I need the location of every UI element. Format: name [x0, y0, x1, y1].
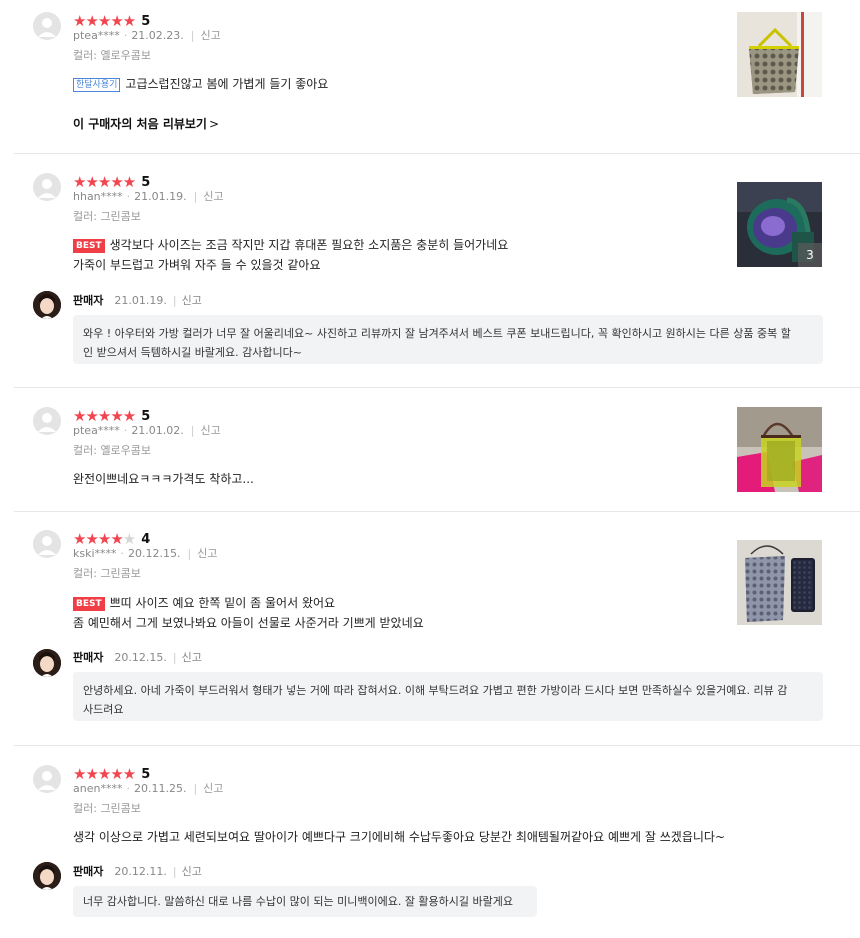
seller-reply: 너무 감사합니다. 말씀하신 대로 나름 수납이 많이 되는 미니백이에요. 잘…: [73, 886, 537, 917]
report-link[interactable]: 신고: [201, 29, 221, 42]
review-meta: anen**** · 20.11.25. | 신고: [73, 782, 224, 795]
review-meta: ptea**** · 21.02.23. | 신고: [73, 29, 221, 42]
review-photo[interactable]: [737, 540, 822, 625]
first-review-link[interactable]: 이 구매자의 처음 리뷰보기 >: [73, 115, 219, 132]
best-tag: BEST: [73, 239, 105, 253]
report-link[interactable]: 신고: [182, 651, 202, 664]
review-date: 21.01.02.: [131, 424, 184, 437]
reviewer-id: anen****: [73, 782, 123, 795]
review-meta: hhan**** · 21.01.19. | 신고: [73, 190, 224, 203]
seller-meta: 판매자 20.12.11. | 신고: [73, 865, 202, 878]
review-photo[interactable]: [737, 407, 822, 492]
review-photo[interactable]: 3: [737, 182, 822, 267]
seller-label: 판매자: [73, 865, 104, 878]
month-usage-tag: 한달사용기: [73, 78, 121, 92]
photo-count-badge: 3: [798, 243, 822, 267]
star-icon: ★★★★: [73, 530, 124, 548]
report-link[interactable]: 신고: [201, 424, 221, 437]
review-date: 21.02.23.: [131, 29, 184, 42]
review-date: 20.11.25.: [133, 782, 187, 795]
chevron-right-icon: >: [208, 117, 220, 131]
review-text: 생각 이상으로 가볍고 세련되보여요 딸아이가 예쁘다구 크기에비해 수납두좋아…: [73, 830, 725, 844]
reply-date: 21.01.19.: [114, 294, 167, 307]
seller-avatar: [33, 291, 61, 319]
option-info: 컬러: 옐로우콤보: [73, 49, 152, 62]
review-text: 완전이쁘네요ㅋㅋㅋ가격도 착하고...: [73, 472, 254, 486]
rating-stars: ★★★★★ 5: [73, 13, 150, 29]
rating-stars: ★★★★★ 5: [73, 408, 150, 424]
seller-avatar: [33, 862, 61, 890]
seller-avatar: [33, 649, 61, 677]
reviewer-id: ptea****: [73, 29, 120, 42]
rating-score: 5: [141, 174, 151, 190]
option-info: 컬러: 그린콤보: [73, 567, 141, 580]
review-text: BEST 생각보다 사이즈는 조금 작지만 지갑 휴대폰 필요한 소지품은 충분히…: [73, 238, 509, 272]
rating-score: 5: [141, 766, 151, 782]
seller-reply: 안녕하세요. 아네 가죽이 부드러워서 형태가 넣는 거에 따라 잡혀서요. 이…: [73, 672, 823, 721]
reviewer-id: hhan****: [73, 190, 123, 203]
report-link[interactable]: 신고: [203, 190, 223, 203]
reply-date: 20.12.15.: [114, 651, 167, 664]
report-link[interactable]: 신고: [182, 294, 202, 307]
report-link[interactable]: 신고: [197, 547, 217, 560]
rating-score: 5: [141, 408, 151, 424]
user-avatar-icon: [33, 765, 61, 793]
star-icon: ★★★★★: [73, 407, 136, 425]
review-meta: kski**** · 20.12.15. | 신고: [73, 547, 218, 560]
best-tag: BEST: [73, 597, 105, 611]
rating-stars: ★★★★★ 5: [73, 174, 150, 190]
reply-date: 20.12.11.: [114, 865, 167, 878]
report-link[interactable]: 신고: [203, 782, 223, 795]
user-avatar-icon: [33, 530, 61, 558]
rating-score: 4: [141, 531, 151, 547]
review-meta: ptea**** · 21.01.02. | 신고: [73, 424, 221, 437]
review-photo[interactable]: [737, 12, 822, 97]
user-avatar-icon: [33, 407, 61, 435]
star-icon: ★★★★★: [73, 765, 136, 783]
star-empty-icon: ★: [122, 530, 136, 548]
option-info: 컬러: 그린콤보: [73, 802, 141, 815]
user-avatar-icon: [33, 12, 61, 40]
seller-label: 판매자: [73, 651, 104, 664]
seller-label: 판매자: [73, 294, 104, 307]
seller-meta: 판매자 20.12.15. | 신고: [73, 651, 202, 664]
review-text: BEST 쁘띠 사이즈 예요 한쪽 밑이 좀 울어서 왔어요 좀 예민해서 그게 …: [73, 596, 424, 630]
rating-score: 5: [141, 13, 151, 29]
reviewer-id: ptea****: [73, 424, 120, 437]
review-text: 한달사용기 고급스럽진않고 봄에 가볍게 들기 좋아요: [73, 74, 328, 94]
rating-stars: ★★★★ ★ 4: [73, 531, 150, 547]
option-info: 컬러: 그린콤보: [73, 210, 141, 223]
review-date: 21.01.19.: [134, 190, 187, 203]
rating-stars: ★★★★★ 5: [73, 766, 150, 782]
report-link[interactable]: 신고: [182, 865, 202, 878]
review-date: 20.12.15.: [128, 547, 181, 560]
seller-reply: 와우 ! 아우터와 가방 컬러가 너무 잘 어울리네요~ 사진하고 리뷰까지 잘…: [73, 315, 823, 364]
star-icon: ★★★★★: [73, 173, 136, 191]
reviewer-id: kski****: [73, 547, 117, 560]
option-info: 컬러: 옐로우콤보: [73, 444, 152, 457]
seller-meta: 판매자 21.01.19. | 신고: [73, 294, 202, 307]
user-avatar-icon: [33, 173, 61, 201]
star-icon: ★★★★★: [73, 12, 136, 30]
